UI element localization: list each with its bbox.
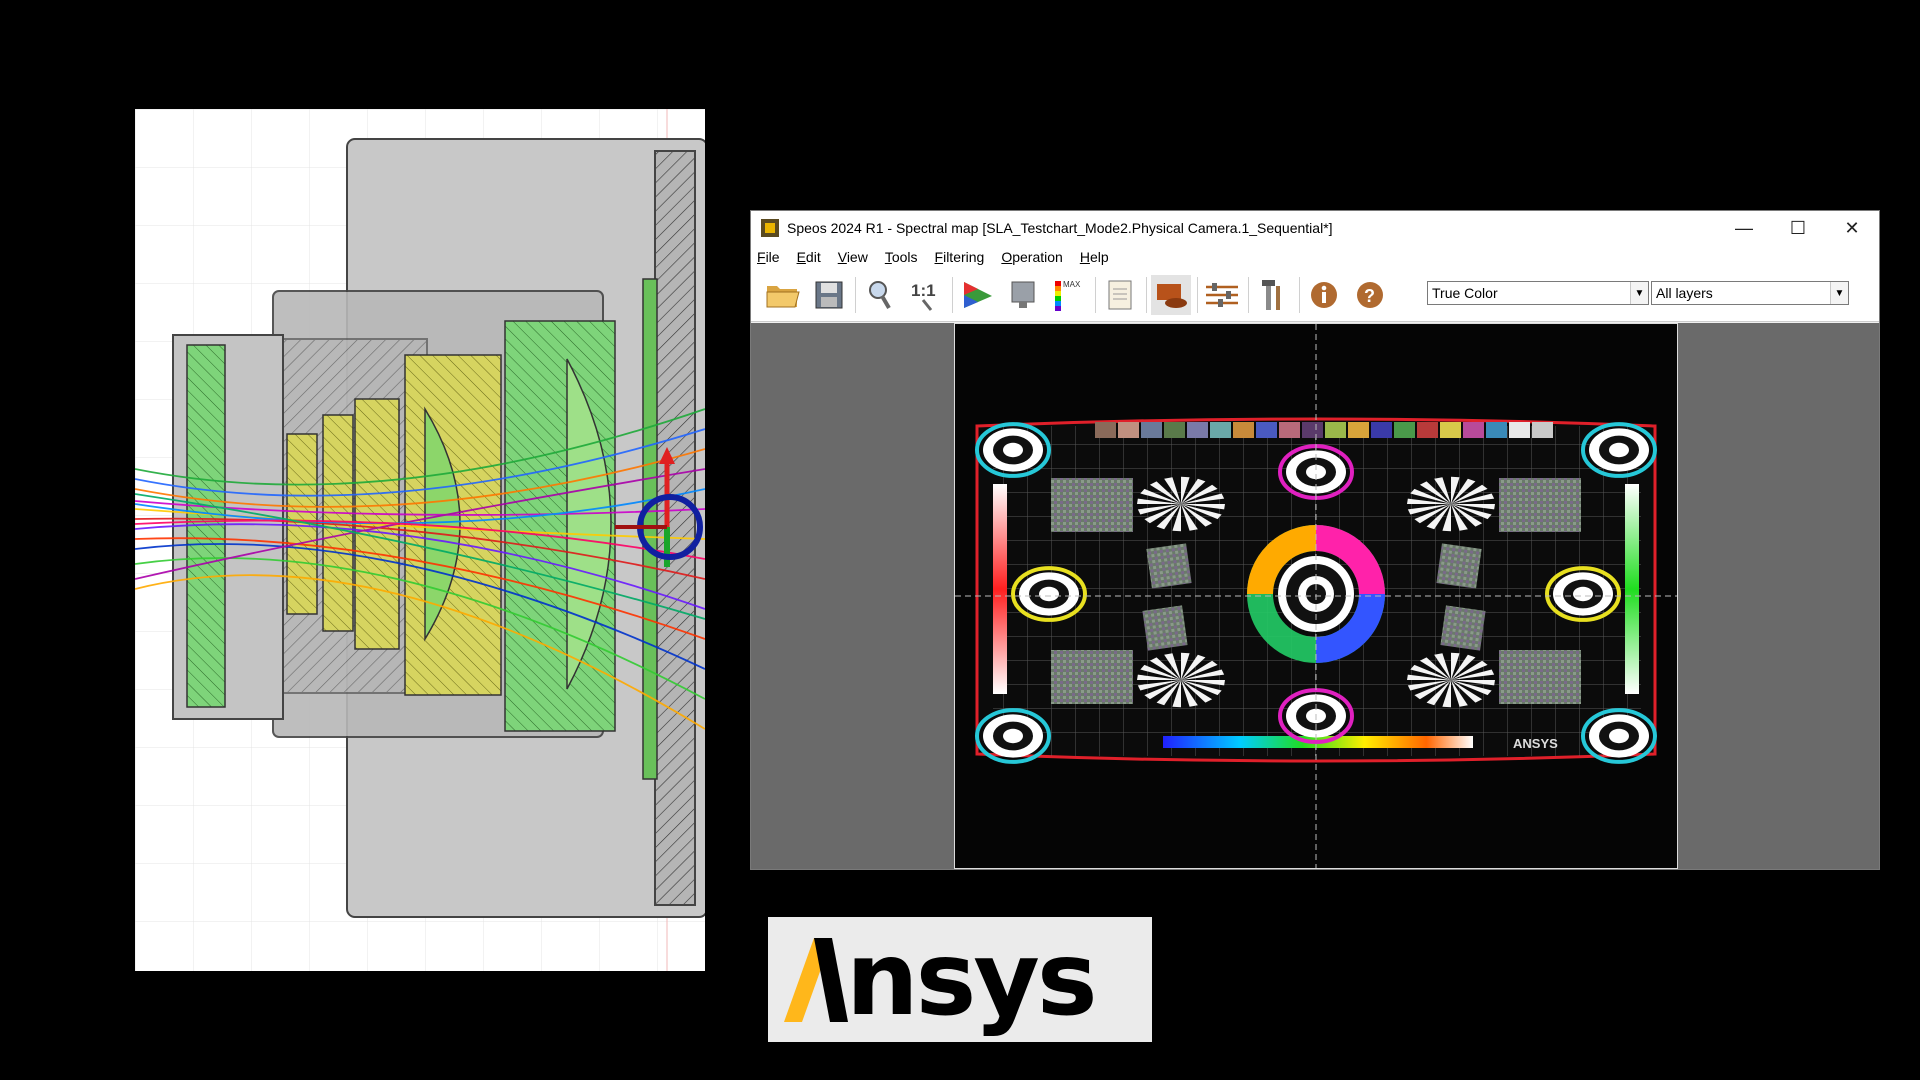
layers-value: All layers <box>1656 285 1713 301</box>
layers-select[interactable]: All layers ▼ <box>1651 281 1849 305</box>
title-bar: Speos 2024 R1 - Spectral map [SLA_Testch… <box>751 211 1879 245</box>
maximize-button[interactable]: ☐ <box>1771 211 1825 245</box>
speos-spectral-map-window: Speos 2024 R1 - Spectral map [SLA_Testch… <box>750 210 1880 870</box>
target-ring <box>1278 444 1354 500</box>
target-ring <box>975 708 1051 764</box>
target-ring <box>1545 566 1621 622</box>
svg-text:?: ? <box>1364 286 1375 306</box>
color-patch <box>1440 422 1461 438</box>
color-patch <box>1348 422 1369 438</box>
color-patch <box>1095 422 1116 438</box>
close-icon: ✕ <box>1844 217 1860 238</box>
info-icon[interactable] <box>1304 275 1344 315</box>
help-icon[interactable]: ? <box>1350 275 1390 315</box>
color-patch <box>1417 422 1438 438</box>
menu-view[interactable]: View <box>838 249 868 265</box>
menu-file[interactable]: File <box>757 249 780 265</box>
color-patch <box>1256 422 1277 438</box>
lens-cross-section-drawing <box>135 109 705 971</box>
color-patch <box>1279 422 1300 438</box>
image-viewport[interactable]: ANSYS <box>751 323 1879 869</box>
menu-help[interactable]: Help <box>1080 249 1109 265</box>
color-patch <box>1532 422 1553 438</box>
ansys-logo: nsys <box>768 917 1152 1042</box>
color-patch <box>1371 422 1392 438</box>
menu-edit[interactable]: Edit <box>797 249 821 265</box>
zoom-icon[interactable] <box>860 275 900 315</box>
color-patch <box>1325 422 1346 438</box>
menu-bar: File Edit View Tools Filtering Operation… <box>751 245 1879 269</box>
actual-size-icon[interactable]: 1:1 <box>906 275 946 315</box>
settings-sliders-icon[interactable] <box>1202 275 1242 315</box>
menu-tools[interactable]: Tools <box>885 249 918 265</box>
save-icon[interactable] <box>809 275 849 315</box>
window-title: Speos 2024 R1 - Spectral map [SLA_Testch… <box>787 220 1333 236</box>
report-icon[interactable] <box>1100 275 1140 315</box>
color-patch <box>1302 422 1323 438</box>
minimize-button[interactable]: — <box>1717 211 1771 245</box>
menu-operation[interactable]: Operation <box>1001 249 1062 265</box>
monitor-icon[interactable] <box>1003 275 1043 315</box>
logo-wordmark: nsys <box>846 919 1098 1039</box>
chevron-down-icon: ▼ <box>1830 282 1848 304</box>
color-patch <box>1509 422 1530 438</box>
target-ring <box>1581 708 1657 764</box>
chevron-down-icon: ▼ <box>1630 282 1648 304</box>
maximize-icon: ☐ <box>1789 217 1807 238</box>
target-ring <box>1581 422 1657 478</box>
tools-icon[interactable] <box>1253 275 1293 315</box>
color-patch <box>1233 422 1254 438</box>
close-button[interactable]: ✕ <box>1825 211 1879 245</box>
target-ring <box>975 422 1051 478</box>
toolbar: 1:1 MAX ? True Color ▼ All layers ▼ <box>751 269 1879 322</box>
color-triangle-icon[interactable] <box>957 275 997 315</box>
target-ring <box>1011 566 1087 622</box>
color-patch <box>1118 422 1139 438</box>
menu-filtering[interactable]: Filtering <box>935 249 985 265</box>
minimize-icon: — <box>1735 217 1753 238</box>
color-patch <box>1463 422 1484 438</box>
color-patch <box>1394 422 1415 438</box>
testchart-render: ANSYS <box>955 324 1677 868</box>
lens-cad-view <box>135 109 705 971</box>
spectral-map-image[interactable]: ANSYS <box>954 323 1678 869</box>
color-patch <box>1141 422 1162 438</box>
color-mode-value: True Color <box>1432 285 1498 301</box>
color-patch <box>1486 422 1507 438</box>
color-patch <box>1187 422 1208 438</box>
chart-brand-label: ANSYS <box>1513 736 1558 751</box>
open-folder-icon[interactable] <box>763 275 803 315</box>
speos-app-icon <box>761 219 779 237</box>
max-scale-icon[interactable]: MAX <box>1049 275 1089 315</box>
surface-icon[interactable] <box>1151 275 1191 315</box>
color-mode-select[interactable]: True Color ▼ <box>1427 281 1649 305</box>
color-patch <box>1164 422 1185 438</box>
color-patch <box>1210 422 1231 438</box>
svg-text:1:1: 1:1 <box>911 281 936 300</box>
ansys-logo-chevron-icon <box>784 937 848 1022</box>
svg-text:MAX: MAX <box>1063 280 1081 289</box>
